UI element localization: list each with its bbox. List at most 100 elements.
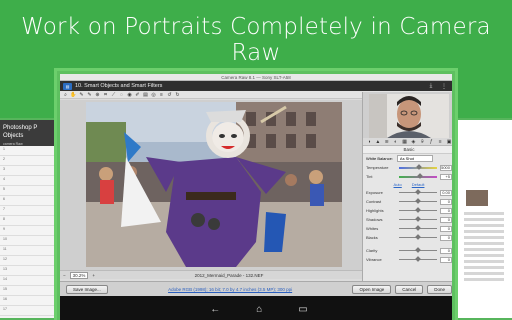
panel-tab-icon[interactable]: ◈	[410, 139, 418, 145]
slider-track[interactable]	[399, 172, 437, 179]
left-panel-row-number: 5	[3, 187, 5, 191]
auto-default-row: Auto Default	[363, 181, 452, 188]
slider-track[interactable]	[399, 256, 437, 262]
red-eye-tool-icon[interactable]: ◉	[126, 92, 133, 98]
left-panel-row-number: 4	[3, 177, 5, 181]
panel-tab-icon[interactable]: ≡	[436, 139, 444, 145]
slider-thumb[interactable]	[415, 207, 421, 213]
slider-blacks[interactable]: Blacks 0	[363, 233, 452, 242]
slider-track[interactable]	[399, 216, 437, 222]
panel-tab-icon[interactable]: ◑	[365, 139, 373, 145]
slider-thumb[interactable]	[415, 256, 421, 262]
rotate-right-tool-icon[interactable]: ↻	[174, 92, 181, 98]
slider-highlights[interactable]: Highlights 0	[363, 206, 452, 215]
slider-track[interactable]	[399, 189, 437, 195]
overflow-menu-icon[interactable]: ⋮	[439, 83, 449, 90]
slider-thumb[interactable]	[415, 189, 421, 195]
default-link[interactable]: Default	[412, 182, 425, 187]
slider-tint[interactable]: Tint +5	[363, 172, 452, 181]
slider-exposure[interactable]: Exposure 0.00	[363, 188, 452, 197]
back-icon[interactable]: ←	[210, 304, 220, 315]
panel-tab-icon[interactable]: ◐	[392, 139, 400, 145]
right-panel-lines	[464, 212, 504, 284]
slider-whites[interactable]: Whites 0	[363, 224, 452, 233]
image-filename: 2012_Mermaid_Parade - 132.NEF	[194, 272, 264, 278]
panel-tab-icon[interactable]: ⌾	[418, 139, 426, 145]
slider-temperature[interactable]: Temperature 5000	[363, 163, 452, 172]
home-icon[interactable]: ⌂	[256, 304, 262, 315]
zoom-in-button[interactable]: +	[92, 273, 95, 278]
slider-thumb[interactable]	[415, 234, 421, 240]
portrait-photo[interactable]	[86, 102, 342, 267]
white-balance-select[interactable]: As Shot	[396, 155, 433, 162]
save-image-button[interactable]: Save Image...	[66, 284, 108, 294]
left-panel-row-number: 13	[3, 267, 7, 271]
slider-value-field[interactable]: 0.00	[440, 189, 452, 196]
workflow-options-link[interactable]: Adobe RGB (1998); 16 bit; 7.0 by 4.7 inc…	[112, 287, 349, 292]
left-panel-row-number: 7	[3, 207, 5, 211]
color-sampler-tool-icon[interactable]: ✎	[86, 92, 93, 98]
hand-tool-icon[interactable]: ✋	[70, 92, 77, 98]
slider-thumb[interactable]	[415, 216, 421, 222]
slider-thumb[interactable]	[417, 172, 423, 179]
left-panel-row: 3	[0, 166, 58, 176]
slider-track[interactable]	[399, 207, 437, 213]
slider-value-field[interactable]: 0	[440, 247, 452, 254]
preferences-tool-icon[interactable]: ≡	[158, 92, 165, 98]
targeted-adjustment-tool-icon[interactable]: ⊕	[94, 92, 101, 98]
crop-tool-icon[interactable]: ⌗	[102, 92, 109, 98]
slider-thumb[interactable]	[415, 225, 421, 231]
white-balance-tool-icon[interactable]: ✎	[78, 92, 85, 98]
slider-shadows[interactable]: Shadows 0	[363, 215, 452, 224]
slider-value-field[interactable]: 0	[440, 225, 452, 232]
left-panel-row-number: 8	[3, 217, 5, 221]
slider-track[interactable]	[399, 247, 437, 253]
radial-filter-tool-icon[interactable]: ◎	[150, 92, 157, 98]
left-panel-row: 16	[0, 296, 58, 306]
slider-thumb[interactable]	[415, 247, 421, 253]
slider-track[interactable]	[399, 198, 437, 204]
download-icon[interactable]: ⤓	[426, 83, 436, 90]
straighten-tool-icon[interactable]: ⟋	[110, 92, 117, 98]
slider-track[interactable]	[399, 234, 437, 240]
panel-tab-icon[interactable]: ƒ	[427, 139, 435, 145]
slider-track[interactable]	[399, 225, 437, 231]
left-panel-row-number: 2	[3, 157, 5, 161]
right-background-panel	[456, 118, 512, 320]
slider-thumb[interactable]	[415, 163, 422, 170]
panel-tab-icon[interactable]: ≋	[383, 139, 391, 145]
panel-tab-icon[interactable]: ▣	[445, 139, 452, 145]
rotate-left-tool-icon[interactable]: ↺	[166, 92, 173, 98]
auto-link[interactable]: Auto	[394, 182, 402, 187]
slider-value-field[interactable]: 5000	[440, 164, 452, 171]
slider-track[interactable]	[399, 163, 437, 170]
spot-removal-tool-icon[interactable]: ◌	[118, 92, 125, 98]
zoom-tool-icon[interactable]: ⌕	[62, 92, 69, 98]
slider-clarity[interactable]: Clarity 0	[363, 246, 452, 255]
left-panel-row-number: 10	[3, 237, 7, 241]
slider-value-field[interactable]: 0	[440, 234, 452, 241]
panel-tab-icon[interactable]: ▲	[374, 139, 382, 145]
recent-apps-icon[interactable]: ▭	[298, 304, 307, 315]
slider-group-wb: Temperature 5000 Tint +5	[363, 163, 452, 181]
graduated-filter-tool-icon[interactable]: ▤	[142, 92, 149, 98]
slider-value-field[interactable]: 0	[440, 216, 452, 223]
adjustment-brush-tool-icon[interactable]: ✐	[134, 92, 141, 98]
slider-thumb[interactable]	[415, 198, 421, 204]
slider-value-field[interactable]: 0	[440, 198, 452, 205]
slider-value-field[interactable]: 0	[440, 256, 452, 263]
slider-vibrance[interactable]: Vibrance 0	[363, 255, 452, 264]
panel-tab-icon[interactable]: ▦	[401, 139, 409, 145]
zoom-level-select[interactable]: 30.2%	[69, 271, 89, 279]
slider-value-field[interactable]: +5	[440, 173, 452, 180]
white-balance-row: White Balance: As Shot	[363, 154, 452, 163]
left-panel-row: 14	[0, 276, 58, 286]
left-background-panel: Photoshop P Objects camera Raw 123456789…	[0, 118, 60, 320]
done-button[interactable]: Done	[427, 284, 452, 294]
slider-value-field[interactable]: 0	[440, 207, 452, 214]
slider-contrast[interactable]: Contrast 0	[363, 197, 452, 206]
image-preview-area	[60, 100, 362, 270]
open-image-button[interactable]: Open Image	[352, 284, 392, 294]
zoom-out-button[interactable]: −	[63, 273, 66, 278]
cancel-button[interactable]: Cancel	[395, 284, 424, 294]
